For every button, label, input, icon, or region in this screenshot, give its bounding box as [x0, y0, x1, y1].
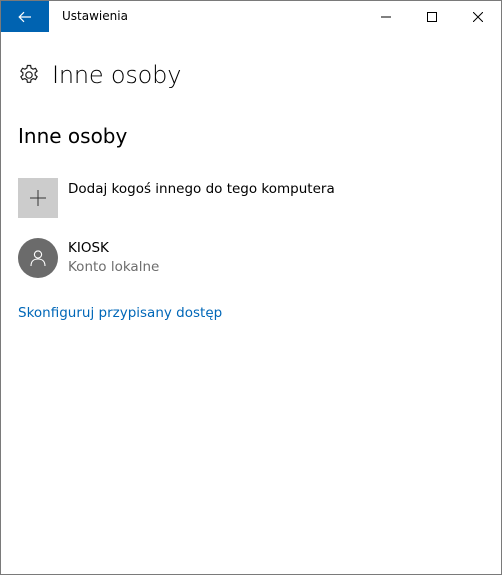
section-title: Inne osoby [18, 124, 128, 148]
back-button[interactable] [1, 1, 49, 32]
assigned-access-link[interactable]: Skonfiguruj przypisany dostęp [18, 304, 222, 322]
account-name: KIOSK [68, 240, 109, 256]
account-type: Konto lokalne [68, 259, 160, 275]
minimize-icon [381, 16, 391, 17]
title-bar: Ustawienia [1, 1, 501, 32]
add-person-label: Dodaj kogoś innego do tego komputera [68, 181, 335, 197]
maximize-button[interactable] [409, 1, 455, 32]
add-person-tile [18, 178, 58, 218]
account-item-kiosk[interactable]: KIOSK Konto lokalne [18, 238, 488, 278]
settings-window: Ustawienia Inne osoby Inne osoby Dodaj k… [0, 0, 502, 575]
maximize-icon [427, 11, 437, 22]
close-icon [473, 11, 483, 22]
account-text: KIOSK Konto lokalne [68, 239, 159, 277]
add-person-button[interactable]: Dodaj kogoś innego do tego komputera [18, 178, 488, 218]
back-arrow-icon [18, 11, 31, 22]
gear-icon [18, 64, 40, 86]
window-title: Ustawienia [62, 9, 128, 23]
page-header: Inne osoby [18, 59, 181, 91]
page-title: Inne osoby [52, 61, 182, 89]
avatar [18, 238, 58, 278]
close-button[interactable] [455, 1, 501, 32]
user-icon [30, 250, 46, 267]
minimize-button[interactable] [363, 1, 409, 32]
plus-icon [30, 190, 46, 206]
